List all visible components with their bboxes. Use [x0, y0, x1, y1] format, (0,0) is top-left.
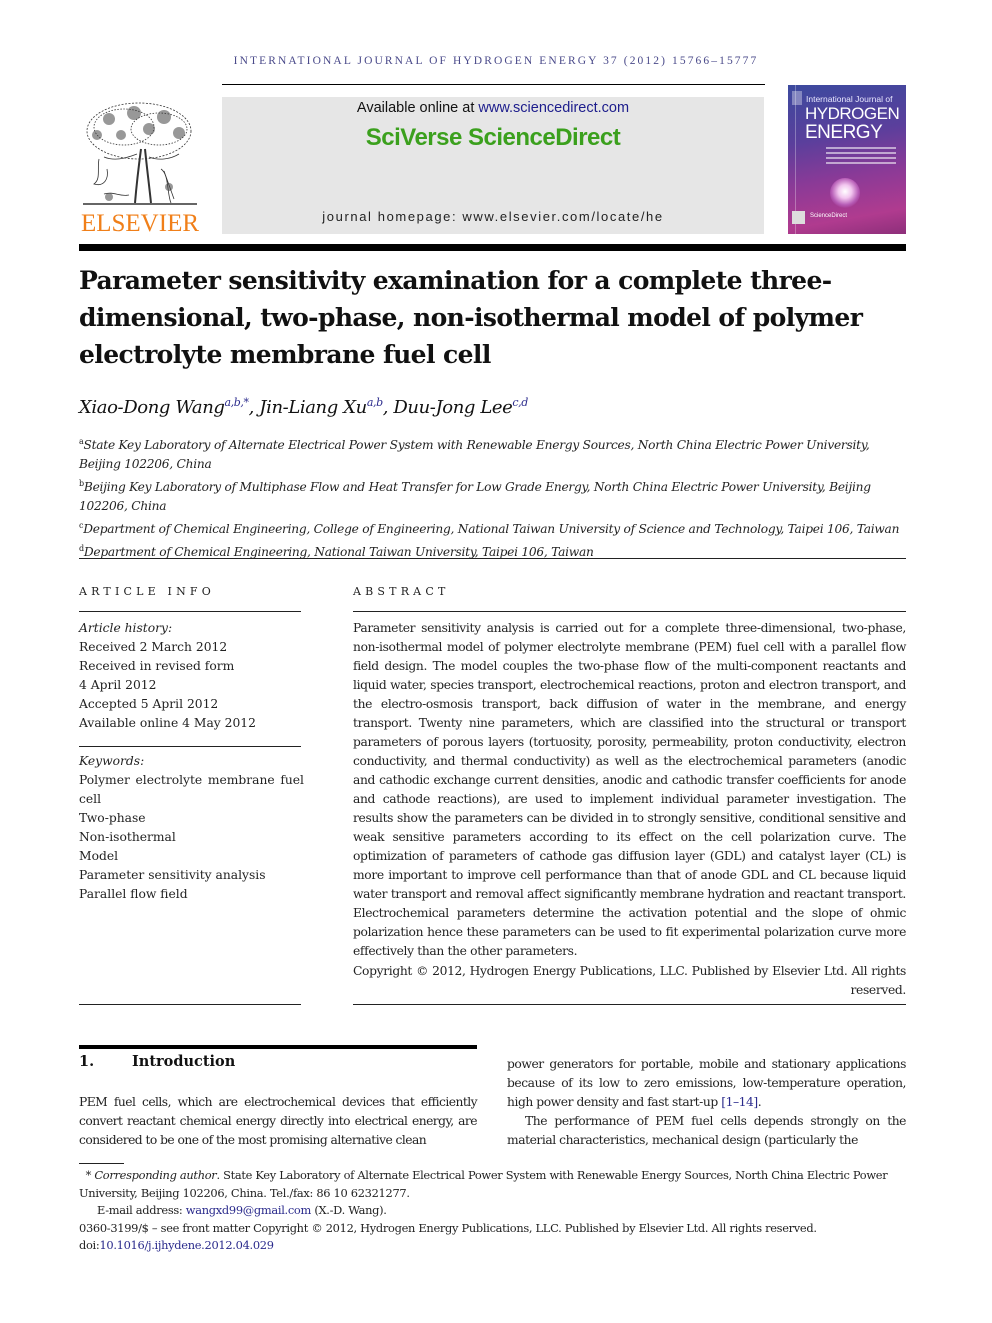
author-affiliation-marks[interactable]: a,b,*	[225, 396, 249, 409]
article-info-bottom-rule	[79, 1004, 301, 1005]
abstract-bottom-rule	[353, 1004, 906, 1005]
keyword-item: Non-isothermal	[79, 830, 176, 844]
corresponding-author-note: * Corresponding author. State Key Labora…	[79, 1167, 909, 1202]
keywords: Keywords: Polymer electrolyte membrane f…	[79, 752, 304, 904]
email-note: E-mail address: wangxd99@gmail.com (X.-D…	[79, 1202, 909, 1220]
affiliation-text: Department of Chemical Engineering, Coll…	[83, 522, 900, 536]
history-item: Received in revised form	[79, 659, 235, 673]
masthead-bottom-rule	[79, 244, 906, 251]
article-title: Parameter sensitivity examination for a …	[79, 266, 863, 369]
doi-note: doi:10.1016/j.ijhydene.2012.04.029	[79, 1237, 909, 1255]
keyword-item: Polymer electrolyte membrane fuel	[79, 773, 304, 787]
keyword-item: Parameter sensitivity analysis	[79, 868, 266, 882]
tree-icon	[83, 102, 197, 205]
doi-link[interactable]: 10.1016/j.ijhydene.2012.04.029	[99, 1238, 274, 1252]
intro-paragraph: The performance of PEM fuel cells depend…	[507, 1114, 906, 1147]
affiliation-item: bBeijing Key Laboratory of Multiphase Fl…	[79, 474, 909, 516]
journal-homepage-label: journal homepage:	[322, 209, 463, 224]
email-label: E-mail address:	[97, 1203, 186, 1217]
intro-paragraph-text: power generators for portable, mobile an…	[507, 1057, 906, 1109]
section-title: Introduction	[132, 1053, 236, 1070]
intro-paragraph: power generators for portable, mobile an…	[507, 1055, 906, 1112]
cover-elsevier-icon	[792, 91, 802, 105]
author-affiliation-marks[interactable]: a,b	[367, 396, 383, 409]
author-list: Xiao-Dong Wanga,b,*, Jin-Liang Xua,b, Du…	[79, 396, 528, 418]
cover-he-logo-icon	[792, 211, 805, 224]
author-name[interactable]: Xiao-Dong Wang	[79, 397, 225, 418]
history-item: Accepted 5 April 2012	[79, 697, 219, 711]
author-affiliation-marks[interactable]: c,d	[512, 396, 528, 409]
elsevier-wordmark: ELSEVIER	[80, 210, 200, 237]
abstract-heading: ABSTRACT	[353, 585, 450, 598]
doi-label: doi:	[79, 1238, 100, 1252]
affiliation-item: cDepartment of Chemical Engineering, Col…	[79, 516, 909, 539]
journal-homepage-link[interactable]: www.elsevier.com/locate/he	[462, 209, 663, 224]
affiliation-text: Department of Chemical Engineering, Nati…	[83, 545, 594, 559]
author-name[interactable]: Jin-Liang Xu	[259, 397, 367, 418]
abstract-text: Parameter sensitivity analysis is carrie…	[353, 621, 906, 958]
cover-title-line2: HYDROGEN	[805, 104, 900, 123]
cover-title-line1: International Journal of	[806, 94, 893, 104]
sciencedirect-banner: Available online at www.sciencedirect.co…	[222, 97, 764, 234]
history-item: Received 2 March 2012	[79, 640, 228, 654]
article-info-rule	[79, 611, 301, 612]
cover-orb-graphic	[830, 178, 860, 208]
email-suffix: (X.-D. Wang).	[311, 1203, 387, 1217]
cover-title-line3: ENERGY	[805, 122, 883, 143]
keyword-item: Parallel flow field	[79, 887, 188, 901]
keyword-item: Model	[79, 849, 119, 863]
running-head: INTERNATIONAL JOURNAL OF HYDROGEN ENERGY…	[233, 55, 759, 67]
masthead-top-rule	[222, 84, 765, 85]
keyword-item: Two-phase	[79, 811, 146, 825]
intro-column-right: power generators for portable, mobile an…	[507, 1055, 906, 1150]
history-item: Available online 4 May 2012	[79, 716, 256, 730]
keywords-label: Keywords:	[79, 754, 145, 768]
footnote-star: *	[85, 1168, 92, 1182]
section-number: 1.	[79, 1053, 95, 1070]
intro-paragraph-left: PEM fuel cells, which are electrochemica…	[79, 1095, 478, 1147]
abstract-rule	[353, 611, 906, 612]
affiliation-list: aState Key Laboratory of Alternate Elect…	[79, 432, 909, 562]
cover-editor-lines	[826, 147, 896, 167]
author-name[interactable]: Duu-Jong Lee	[393, 397, 512, 418]
keyword-item: cell	[79, 792, 102, 806]
citation-link[interactable]: [1–14]	[721, 1095, 758, 1109]
footnote-rule	[79, 1163, 124, 1164]
affiliation-text: State Key Laboratory of Alternate Electr…	[79, 438, 870, 471]
article-history: Article history: Received 2 March 2012 R…	[79, 619, 304, 733]
article-info-heading: ARTICLE INFO	[79, 585, 215, 598]
sciencedirect-link[interactable]: www.sciencedirect.com	[478, 100, 629, 116]
section-heading-introduction: 1. Introduction	[79, 1053, 235, 1070]
front-matter-note: 0360-3199/$ – see front matter Copyright…	[79, 1220, 817, 1235]
corresponding-author-label: Corresponding author	[94, 1168, 217, 1182]
sciverse-sciencedirect-logo[interactable]: SciVerse ScienceDirect	[222, 124, 764, 152]
header-divider	[79, 558, 906, 559]
affiliation-text: Beijing Key Laboratory of Multiphase Flo…	[79, 480, 871, 513]
footnotes: * Corresponding author. State Key Labora…	[79, 1167, 909, 1255]
journal-cover-image: International Journal of HYDROGEN ENERGY…	[788, 85, 906, 234]
intro-paragraph-end: .	[757, 1095, 762, 1109]
affiliation-item: aState Key Laboratory of Alternate Elect…	[79, 432, 909, 474]
history-item: 4 April 2012	[79, 678, 157, 692]
keywords-rule	[79, 746, 301, 747]
abstract-copyright: Copyright © 2012, Hydrogen Energy Public…	[353, 964, 906, 997]
available-online-line: Available online at www.sciencedirect.co…	[222, 100, 764, 116]
section-rule	[79, 1045, 477, 1049]
available-online-label: Available online at	[356, 100, 479, 116]
journal-homepage-line: journal homepage: www.elsevier.com/locat…	[222, 209, 764, 224]
article-history-label: Article history:	[79, 621, 173, 635]
cover-sciencedirect-label: ScienceDirect	[810, 213, 848, 219]
email-link[interactable]: wangxd99@gmail.com	[186, 1203, 312, 1217]
